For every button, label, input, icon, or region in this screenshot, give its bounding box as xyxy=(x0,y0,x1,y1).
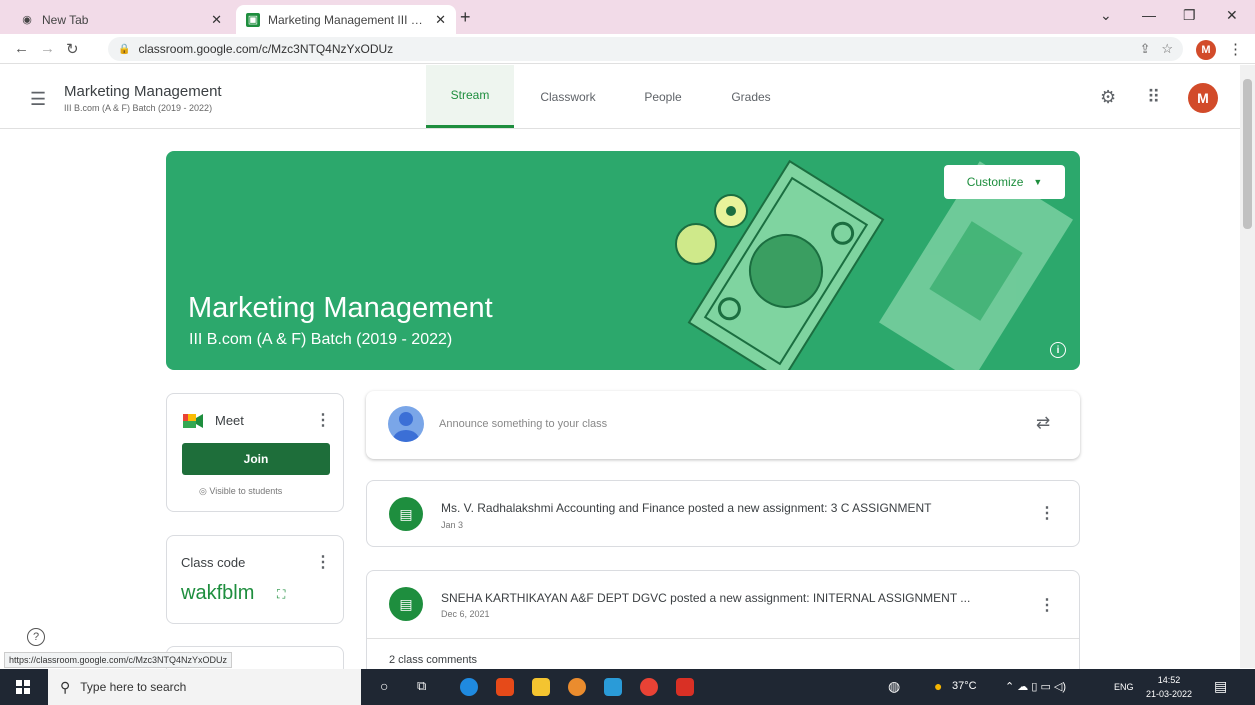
tab-label: New Tab xyxy=(42,12,89,27)
caret-down-icon: ▼ xyxy=(1033,177,1043,187)
taskbar-clock[interactable]: 14:52 21-03-2022 xyxy=(1146,673,1192,701)
search-icon: ⚲ xyxy=(60,678,71,695)
user-avatar xyxy=(388,406,424,442)
close-tab-icon[interactable]: ✕ xyxy=(435,12,446,28)
class-code-label: Class code xyxy=(181,555,246,570)
stream-post[interactable]: ▤ Ms. V. Radhalakshmi Accounting and Fin… xyxy=(366,480,1080,547)
language-indicator[interactable]: ENG xyxy=(1114,682,1134,692)
post-date: Dec 6, 2021 xyxy=(441,609,490,619)
meet-title: Meet xyxy=(215,413,244,428)
customize-button[interactable]: Customize ▼ xyxy=(944,165,1065,199)
chrome-icon[interactable] xyxy=(640,678,658,696)
class-code-value: wakfblm xyxy=(181,582,255,604)
class-code-more-icon[interactable]: ⋮ xyxy=(315,552,331,572)
visibility-note: ◎ Visible to students xyxy=(199,486,282,497)
address-bar[interactable]: 🔒 classroom.google.com/c/Mzc3NTQ4NzYxODU… xyxy=(108,37,1183,61)
eye-icon: ◎ xyxy=(199,486,207,496)
browser-toolbar: ← → ↻ 🔒 classroom.google.com/c/Mzc3NTQ4N… xyxy=(0,34,1255,64)
meet-icon xyxy=(183,414,203,428)
customize-label: Customize xyxy=(966,175,1024,189)
assignment-icon: ▤ xyxy=(389,587,423,621)
tab-marketing-management[interactable]: ▣ Marketing Management III B.com ✕ xyxy=(236,5,456,34)
chrome-profile-icon[interactable] xyxy=(676,678,694,696)
lock-icon: 🔒 xyxy=(118,43,131,55)
help-icon[interactable]: ? xyxy=(27,628,45,646)
weather-temp[interactable]: 37°C xyxy=(952,680,977,692)
support-icon[interactable]: ◍ xyxy=(888,678,900,695)
chrome-newtab-icon: ◉ xyxy=(22,14,32,26)
page-scrollbar[interactable] xyxy=(1240,65,1255,668)
main-menu-icon[interactable]: ☰ xyxy=(30,89,46,110)
info-icon[interactable]: i xyxy=(1050,342,1066,358)
gear-icon[interactable]: ⚙ xyxy=(1100,87,1116,108)
repost-icon[interactable]: ⇄ xyxy=(1036,413,1050,433)
banner-title[interactable]: Marketing Management xyxy=(188,292,493,325)
weather-icon: ● xyxy=(934,678,943,694)
url-text: classroom.google.com/c/Mzc3NTQ4NzYxODUz xyxy=(138,42,394,56)
announce-box[interactable]: Announce something to your class ⇄ xyxy=(366,391,1080,459)
class-comments-link[interactable]: 2 class comments xyxy=(389,654,477,666)
assignment-icon: ▤ xyxy=(389,497,423,531)
restore-icon[interactable]: ❐ xyxy=(1183,7,1196,24)
browser-tab-strip: ◉ New Tab ✕ ▣ Marketing Management III B… xyxy=(0,0,1255,34)
close-window-icon[interactable]: ✕ xyxy=(1226,7,1238,24)
banner-subtitle: III B.com (A & F) Batch (2019 - 2022) xyxy=(189,331,453,348)
office-icon[interactable] xyxy=(496,678,514,696)
account-avatar[interactable]: M xyxy=(1188,83,1218,113)
forward-icon[interactable]: → xyxy=(40,40,55,57)
status-bar-url: https://classroom.google.com/c/Mzc3NTQ4N… xyxy=(4,652,233,668)
new-tab-icon[interactable]: + xyxy=(460,7,471,28)
class-code-card: Class code ⋮ wakfblm ⛶ xyxy=(166,535,344,624)
browser-menu-icon[interactable]: ⋮ xyxy=(1228,40,1243,58)
notification-icon[interactable]: ▤ xyxy=(1214,678,1227,695)
taskbar-search[interactable]: ⚲ Type here to search xyxy=(48,669,361,705)
stream-post[interactable]: ▤ SNEHA KARTHIKAYAN A&F DEPT DGVC posted… xyxy=(366,570,1080,680)
tray-icons[interactable]: ⌃ ☁ ▯ ▭ ◁) xyxy=(1005,680,1066,693)
classroom-header: ☰ Marketing Management III B.com (A & F)… xyxy=(0,65,1240,129)
close-tab-icon[interactable]: ✕ xyxy=(211,12,222,28)
meet-card: Meet ⋮ Join ◎ Visible to students xyxy=(166,393,344,512)
profile-avatar[interactable]: M xyxy=(1196,40,1216,60)
clock-date: 21-03-2022 xyxy=(1146,689,1193,699)
windows-taskbar: ⚲ Type here to search ○ ⧉ ◍ ● 37°C ⌃ ☁ ▯… xyxy=(0,669,1255,705)
tab-grades[interactable]: Grades xyxy=(716,65,786,128)
tab-search-icon[interactable]: ⌄ xyxy=(1100,7,1112,24)
store-icon[interactable] xyxy=(604,678,622,696)
tab-classwork[interactable]: Classwork xyxy=(526,65,610,128)
class-banner: Marketing Management III B.com (A & F) B… xyxy=(166,151,1080,370)
divider xyxy=(367,638,1079,639)
windows-start-icon[interactable] xyxy=(16,680,30,694)
tab-label: Marketing Management III B.com xyxy=(268,12,430,27)
media-icon[interactable] xyxy=(568,678,586,696)
back-icon[interactable]: ← xyxy=(14,40,29,57)
tab-people[interactable]: People xyxy=(630,65,696,128)
announce-placeholder: Announce something to your class xyxy=(439,418,608,430)
scrollbar-thumb[interactable] xyxy=(1243,79,1252,229)
search-placeholder: Type here to search xyxy=(80,680,187,694)
edge-icon[interactable] xyxy=(460,678,478,696)
post-more-icon[interactable]: ⋮ xyxy=(1039,503,1055,523)
visibility-text: Visible to students xyxy=(209,486,283,496)
task-view-icon[interactable]: ⧉ xyxy=(417,678,426,694)
minimize-icon[interactable]: — xyxy=(1142,7,1156,23)
share-star-icons[interactable]: ⇪ ☆ xyxy=(1140,41,1173,57)
apps-grid-icon[interactable]: ⠿ xyxy=(1147,87,1160,108)
file-explorer-icon[interactable] xyxy=(532,678,550,696)
tab-stream[interactable]: Stream xyxy=(426,65,514,128)
post-date: Jan 3 xyxy=(441,520,464,530)
join-button[interactable]: Join xyxy=(182,443,330,475)
meet-more-icon[interactable]: ⋮ xyxy=(315,410,331,430)
clock-time: 14:52 xyxy=(1157,675,1181,685)
tab-new-tab[interactable]: ◉ New Tab ✕ xyxy=(10,5,232,34)
post-title: Ms. V. Radhalakshmi Accounting and Finan… xyxy=(441,501,932,515)
cortana-icon[interactable]: ○ xyxy=(380,678,388,694)
class-subtitle: III B.com (A & F) Batch (2019 - 2022) xyxy=(64,103,213,113)
post-title: SNEHA KARTHIKAYAN A&F DEPT DGVC posted a… xyxy=(441,591,971,605)
fullscreen-icon[interactable]: ⛶ xyxy=(277,587,285,602)
class-title[interactable]: Marketing Management xyxy=(64,83,222,100)
classroom-icon: ▣ xyxy=(246,12,260,27)
reload-icon[interactable]: ↻ xyxy=(66,40,79,58)
post-more-icon[interactable]: ⋮ xyxy=(1039,595,1055,615)
